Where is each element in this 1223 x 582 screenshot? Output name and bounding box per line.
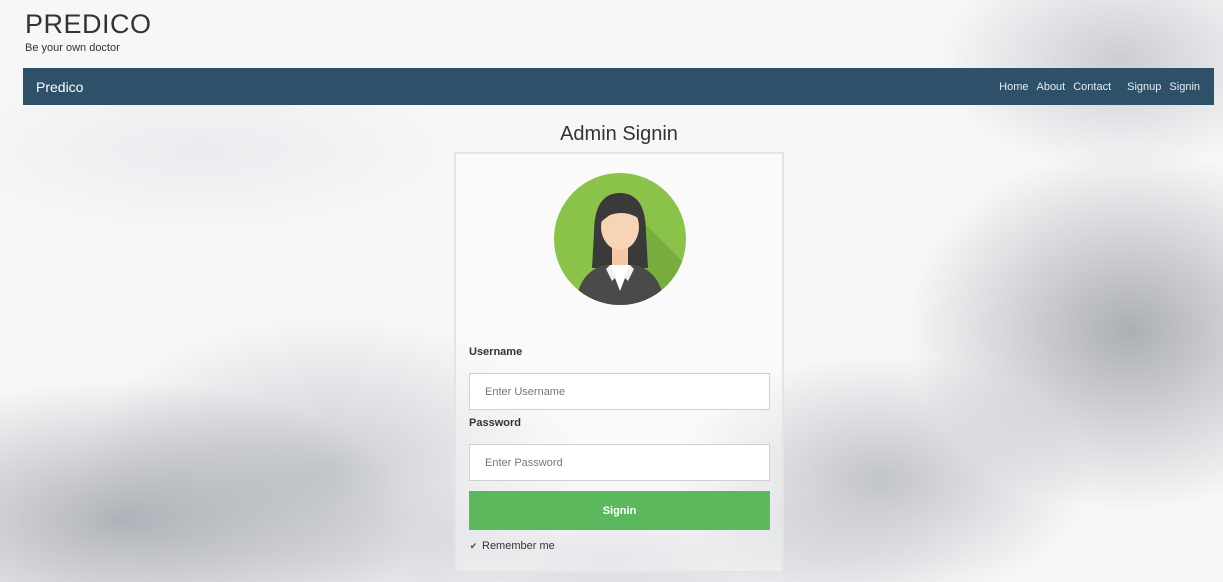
- nav-link-about[interactable]: About: [1032, 81, 1069, 93]
- site-tagline: Be your own doctor: [25, 42, 120, 54]
- nav-links: Home About Contact Signup Signin: [995, 81, 1204, 93]
- page-title: Admin Signin: [560, 123, 678, 145]
- password-label: Password: [469, 417, 521, 429]
- navbar-brand[interactable]: Predico: [36, 79, 83, 95]
- username-input[interactable]: [469, 373, 770, 410]
- nav-link-signup[interactable]: Signup: [1123, 81, 1165, 93]
- nav-link-contact[interactable]: Contact: [1069, 81, 1115, 93]
- username-label: Username: [469, 346, 523, 358]
- password-input[interactable]: [469, 444, 770, 481]
- remember-checkbox[interactable]: ✔: [469, 541, 478, 551]
- page-background: PREDICO Be your own doctor Predico Home …: [0, 0, 1223, 582]
- site-title: PREDICO: [25, 9, 152, 39]
- navbar: Predico Home About Contact Signup Signin: [23, 68, 1214, 105]
- remember-label: Remember me: [482, 540, 555, 552]
- signin-button[interactable]: Signin: [469, 491, 770, 530]
- site-header: PREDICO Be your own doctor: [25, 8, 152, 54]
- signin-card: Username Password Signin ✔ Remember me: [454, 152, 784, 573]
- nav-link-home[interactable]: Home: [995, 81, 1032, 93]
- nav-link-signin[interactable]: Signin: [1165, 81, 1204, 93]
- remember-me: ✔ Remember me: [469, 540, 555, 552]
- female-user-avatar-icon: [554, 173, 686, 305]
